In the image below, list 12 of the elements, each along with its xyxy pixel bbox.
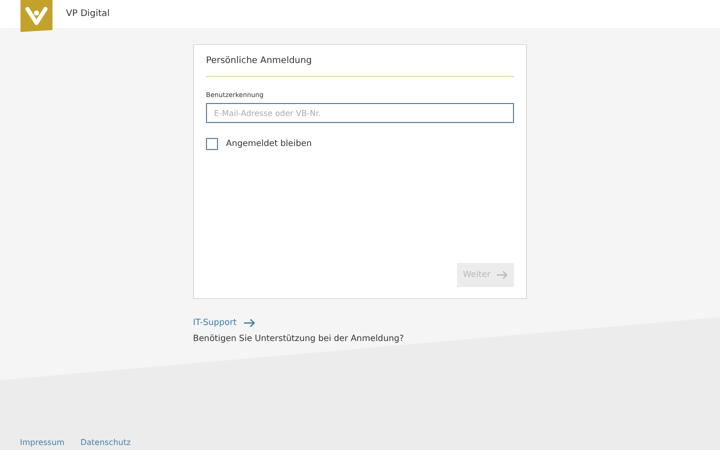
footer-link[interactable]: Impressum (20, 438, 64, 447)
support-text: Benötigen Sie Unterstützung bei der Anmeldung? (193, 334, 405, 344)
it-support-link[interactable]: IT-Support (193, 318, 256, 328)
logo-icon[interactable] (20, 0, 53, 32)
username-input-field[interactable]: E-Mail-Adresse oder VB-Nr. (206, 103, 514, 123)
arrow-right-icon (496, 270, 508, 280)
card-title: Persönliche Anmeldung (206, 56, 313, 66)
footer-link[interactable]: Datenschutz (80, 438, 131, 447)
arrow-right-icon (242, 318, 256, 328)
remember-label: Angemeldet bleiben (226, 139, 312, 149)
remember-checkbox[interactable] (206, 138, 218, 150)
brand-name: VP Digital (66, 9, 110, 19)
